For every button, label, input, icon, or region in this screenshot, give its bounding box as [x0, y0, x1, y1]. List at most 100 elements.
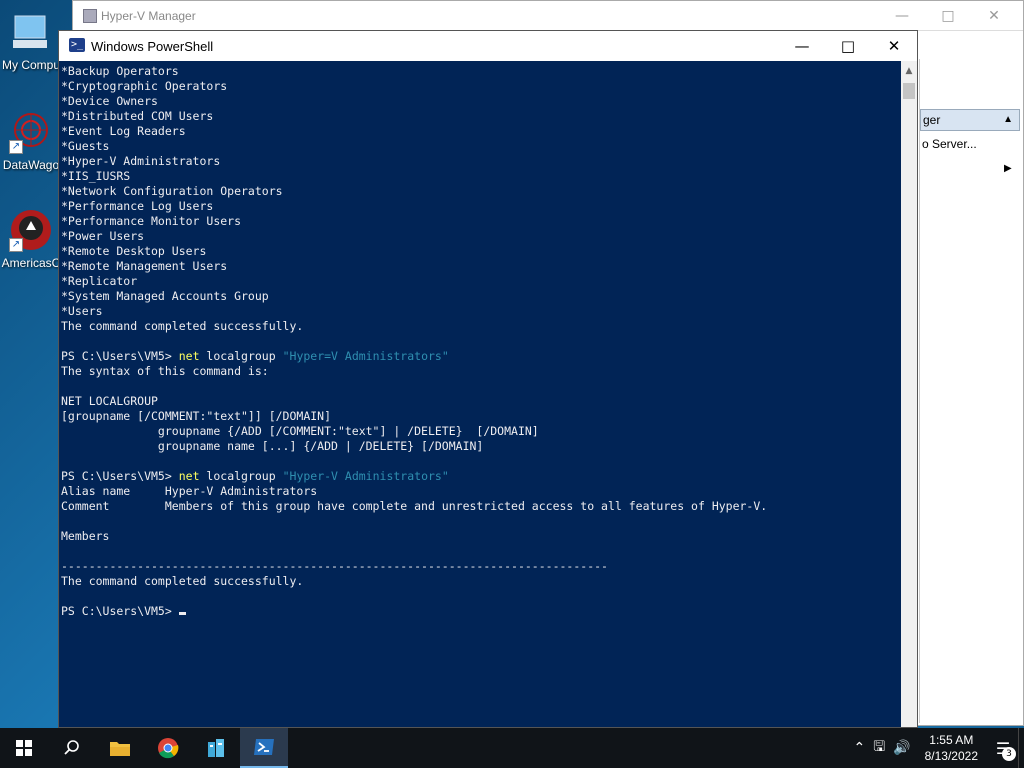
console-line: Alias name Hyper-V Administrators: [61, 484, 318, 498]
server-manager-icon: [208, 739, 224, 757]
desktop-icon-label: AmericasC: [1, 256, 61, 270]
taskbar: ⌃ 🖫 🔊 1:55 AM 8/13/2022 ☰ 3: [0, 728, 1024, 768]
console-line: *IIS_IUSRS: [61, 169, 131, 183]
console-line: *Distributed COM Users: [61, 109, 214, 123]
console-line: *Performance Log Users: [61, 199, 214, 213]
console-line: *Power Users: [61, 229, 145, 243]
notification-badge: 3: [1002, 747, 1016, 761]
hyperv-app-icon: [83, 9, 97, 23]
minimize-icon: —: [794, 37, 810, 55]
console-command-line: PS C:\Users\VM5> net localgroup "Hyper-V…: [61, 469, 901, 484]
scroll-thumb[interactable]: [903, 83, 915, 99]
desktop-icon-label: DataWago: [2, 158, 60, 172]
console-command-keyword: net: [178, 349, 200, 363]
taskbar-server-manager[interactable]: [192, 728, 240, 768]
network-icon[interactable]: 🖫: [873, 736, 885, 760]
console-line: The command completed successfully.: [61, 319, 304, 333]
console-line: *Users: [61, 304, 103, 318]
start-button[interactable]: [0, 728, 48, 768]
powershell-console[interactable]: *Backup Operators *Cryptographic Operator…: [61, 64, 901, 724]
console-line: *Guests: [61, 139, 110, 153]
console-command-line: PS C:\Users\VM5> net localgroup "Hyper=V…: [61, 349, 901, 364]
console-blank-line: ​: [61, 379, 901, 394]
hyperv-action-connect-server[interactable]: o Server...: [922, 137, 977, 151]
powershell-taskbar-icon: [254, 739, 274, 755]
search-button[interactable]: [48, 728, 96, 768]
powershell-titlebar: >_ Windows PowerShell — □ ✕: [59, 31, 917, 61]
show-desktop-button[interactable]: [1018, 728, 1024, 768]
console-line: *Performance Monitor Users: [61, 214, 242, 228]
taskbar-file-explorer[interactable]: [96, 728, 144, 768]
action-center-button[interactable]: ☰ 3: [988, 733, 1018, 763]
console-input-line[interactable]: PS C:\Users\VM5>: [61, 604, 901, 619]
powershell-maximize-button[interactable]: □: [825, 31, 871, 61]
console-line: *Network Configuration Operators: [61, 184, 283, 198]
hyperv-actions-header[interactable]: ger ▲: [920, 109, 1020, 131]
powershell-minimize-button[interactable]: —: [779, 31, 825, 61]
hyperv-close-button[interactable]: ✕: [971, 1, 1017, 31]
group-list: *Backup Operators *Cryptographic Operator…: [61, 64, 901, 319]
console-line: Members: [61, 529, 110, 543]
hyperv-titlebar: Hyper-V Manager — □ ✕: [73, 1, 1023, 31]
console-command-text: localgroup: [199, 349, 283, 363]
desktop-icon-my-computer[interactable]: My Compu: [0, 4, 62, 82]
console-command-text: localgroup: [199, 469, 283, 483]
powershell-scrollbar[interactable]: ▲: [901, 61, 917, 727]
console-line: *Device Owners: [61, 94, 158, 108]
console-blank-line: ​: [61, 334, 901, 349]
windows-logo-icon: [16, 740, 32, 756]
console-prompt: PS C:\Users\VM5>: [61, 349, 172, 363]
hyperv-actions-header-label: ger: [923, 113, 941, 127]
console-prompt: PS C:\Users\VM5>: [61, 469, 172, 483]
close-icon: ✕: [887, 37, 901, 55]
console-blank-line: ​: [61, 544, 901, 559]
console-line: groupname name [...] {/ADD | /DELETE} [/…: [61, 439, 484, 453]
scroll-up-icon[interactable]: ▲: [901, 63, 917, 79]
console-line: *System Managed Accounts Group: [61, 289, 269, 303]
desktop-icon-americas[interactable]: ↗ AmericasC: [0, 202, 62, 280]
console-separator: ----------------------------------------…: [61, 559, 608, 573]
console-line: *Event Log Readers: [61, 124, 186, 138]
submenu-arrow-icon[interactable]: ▶: [1004, 163, 1012, 174]
clock[interactable]: 1:55 AM 8/13/2022: [925, 732, 978, 764]
system-tray: ⌃ 🖫 🔊 1:55 AM 8/13/2022 ☰ 3: [850, 728, 1024, 768]
close-icon: ✕: [988, 8, 1000, 24]
taskbar-chrome[interactable]: [144, 728, 192, 768]
console-blank-line: ​: [61, 589, 901, 604]
desktop-icon-datawago[interactable]: ↗ DataWago: [0, 104, 62, 182]
console-line: Comment Members of this group have compl…: [61, 499, 768, 513]
clock-time: 1:55 AM: [929, 733, 974, 747]
hyperv-actions-pane: ger ▲ o Server... ▶: [919, 59, 1023, 723]
hyperv-title: Hyper-V Manager: [101, 8, 196, 23]
chrome-icon: [158, 738, 179, 759]
console-line: *Backup Operators: [61, 64, 179, 78]
console-line: *Cryptographic Operators: [61, 79, 228, 93]
console-command-keyword: net: [178, 469, 200, 483]
console-command-argument: "Hyper=V Administrators": [282, 349, 449, 363]
powershell-icon: >_: [69, 38, 85, 52]
casino-chip-icon: ↗: [9, 208, 53, 252]
console-command-argument: "Hyper-V Administrators": [282, 469, 449, 483]
desktop-icon-label: My Compu: [1, 58, 60, 72]
chevron-up-icon[interactable]: ⌃: [854, 740, 866, 756]
console-blank-line: ​: [61, 454, 901, 469]
console-line: *Replicator: [61, 274, 138, 288]
console-prompt: PS C:\Users\VM5>: [61, 604, 172, 618]
shortcut-arrow-icon: ↗: [9, 238, 23, 252]
powershell-close-button[interactable]: ✕: [871, 31, 917, 61]
clock-date: 8/13/2022: [924, 749, 978, 763]
powershell-title: Windows PowerShell: [91, 38, 214, 54]
taskbar-powershell[interactable]: [240, 728, 288, 768]
volume-icon[interactable]: 🔊: [893, 740, 910, 756]
console-blank-line: ​: [61, 514, 901, 529]
search-icon: [64, 740, 79, 755]
minimize-icon: —: [895, 8, 909, 24]
shortcut-arrow-icon: ↗: [9, 140, 23, 154]
text-cursor: [178, 612, 186, 615]
maximize-icon: □: [840, 37, 856, 55]
hyperv-minimize-button[interactable]: —: [879, 1, 925, 31]
hyperv-maximize-button[interactable]: □: [925, 1, 971, 31]
powershell-window: >_ Windows PowerShell — □ ✕ ▲ *Backup Op…: [58, 30, 918, 728]
folder-icon: [110, 742, 130, 756]
console-line: [groupname [/COMMENT:"text"]] [/DOMAIN]: [61, 409, 332, 423]
